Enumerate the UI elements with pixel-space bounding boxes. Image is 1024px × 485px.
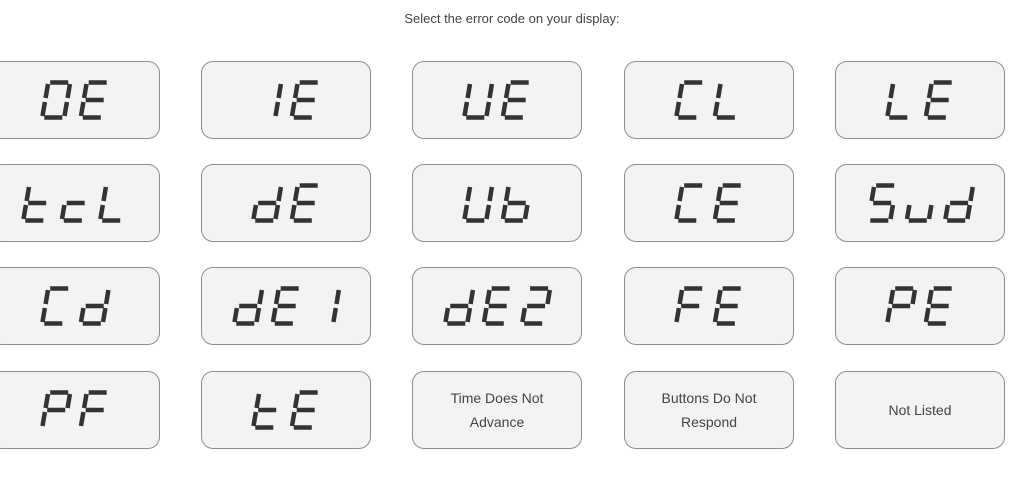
error-code-grid: Time Does Not Advance Buttons Do Not Resp… [0,0,1024,485]
lcd-digit-C [673,80,702,120]
lcd-code-display [884,284,957,328]
lcd-digit-t [20,186,46,223]
error-code-button-pf[interactable] [0,371,160,449]
error-code-button-fe[interactable] [624,267,794,345]
error-code-text-label: Not Listed [888,402,952,418]
lcd-digit-C [673,183,702,223]
lcd-digit-d [942,186,975,223]
error-code-button-ie[interactable] [201,61,371,139]
lcd-code-display [20,181,131,225]
lcd-code-display [250,181,323,225]
lcd-digit-E [270,286,299,326]
error-code-button-oe[interactable] [0,61,160,139]
error-code-button-cl[interactable] [624,61,794,139]
lcd-code-display [673,181,746,225]
lcd-digit-U [461,83,494,120]
lcd-code-display [250,388,323,432]
error-code-button-te[interactable] [201,371,371,449]
lcd-digit-I [272,83,283,117]
error-code-button-time-does-not-advance[interactable]: Time Does Not Advance [412,371,582,449]
error-code-text-label: Buttons Do Not Respond [661,390,757,430]
lcd-digit-C [39,286,68,326]
lcd-digit-c [59,200,85,223]
lcd-digit-b [500,186,530,223]
error-code-button-de1[interactable] [201,267,371,345]
lcd-code-display [673,284,746,328]
error-code-text-label: Time Does Not Advance [450,390,544,430]
lcd-digit-d [231,289,264,326]
lcd-digit-L [884,83,907,120]
lcd-code-display [673,78,746,122]
lcd-digit-u [904,204,934,223]
lcd-digit-P [39,390,72,427]
error-code-button-tcl[interactable] [0,164,160,242]
error-code-button-ub[interactable] [412,164,582,242]
lcd-code-display [39,284,112,328]
lcd-code-display [39,388,112,432]
lcd-code-display [39,78,112,122]
lcd-code-display [461,78,534,122]
error-code-button-de2[interactable] [412,267,582,345]
error-code-button-not-listed[interactable]: Not Listed [835,371,1005,449]
lcd-code-display [884,78,957,122]
error-code-button-sud[interactable] [835,164,1005,242]
lcd-digit-F [78,390,107,427]
lcd-digit-P [884,286,917,323]
lcd-digit-E [923,80,952,120]
error-code-button-buttons-do-not-respond[interactable]: Buttons Do Not Respond [624,371,794,449]
error-code-button-le[interactable] [835,61,1005,139]
lcd-digit-E [78,80,107,120]
lcd-digit-E [712,183,741,223]
lcd-digit-E [500,80,529,120]
lcd-code-display [231,284,342,328]
lcd-code-display [865,181,976,225]
lcd-digit-1 [330,289,341,323]
error-code-button-pe[interactable] [835,267,1005,345]
lcd-code-display [461,181,534,225]
lcd-digit-E [481,286,510,326]
lcd-digit-E [923,286,952,326]
error-code-button-ue[interactable] [412,61,582,139]
lcd-digit-O [39,80,72,120]
lcd-digit-F [673,286,702,323]
error-code-button-de[interactable] [201,164,371,242]
error-code-button-ce[interactable] [624,164,794,242]
lcd-digit-E [289,390,318,430]
lcd-digit-d [442,289,475,326]
lcd-digit-2 [519,286,552,326]
lcd-digit-L [712,83,735,120]
error-code-button-cd[interactable] [0,267,160,345]
lcd-digit-t [250,393,276,430]
lcd-digit-L [97,186,120,223]
lcd-digit-U [461,186,494,223]
lcd-code-display [442,284,553,328]
lcd-digit-d [78,289,111,326]
lcd-digit-d [250,186,283,223]
lcd-digit-E [289,80,318,120]
lcd-code-display [250,78,323,122]
lcd-digit-E [712,286,741,326]
lcd-digit-S [868,183,895,223]
lcd-digit-E [289,183,318,223]
